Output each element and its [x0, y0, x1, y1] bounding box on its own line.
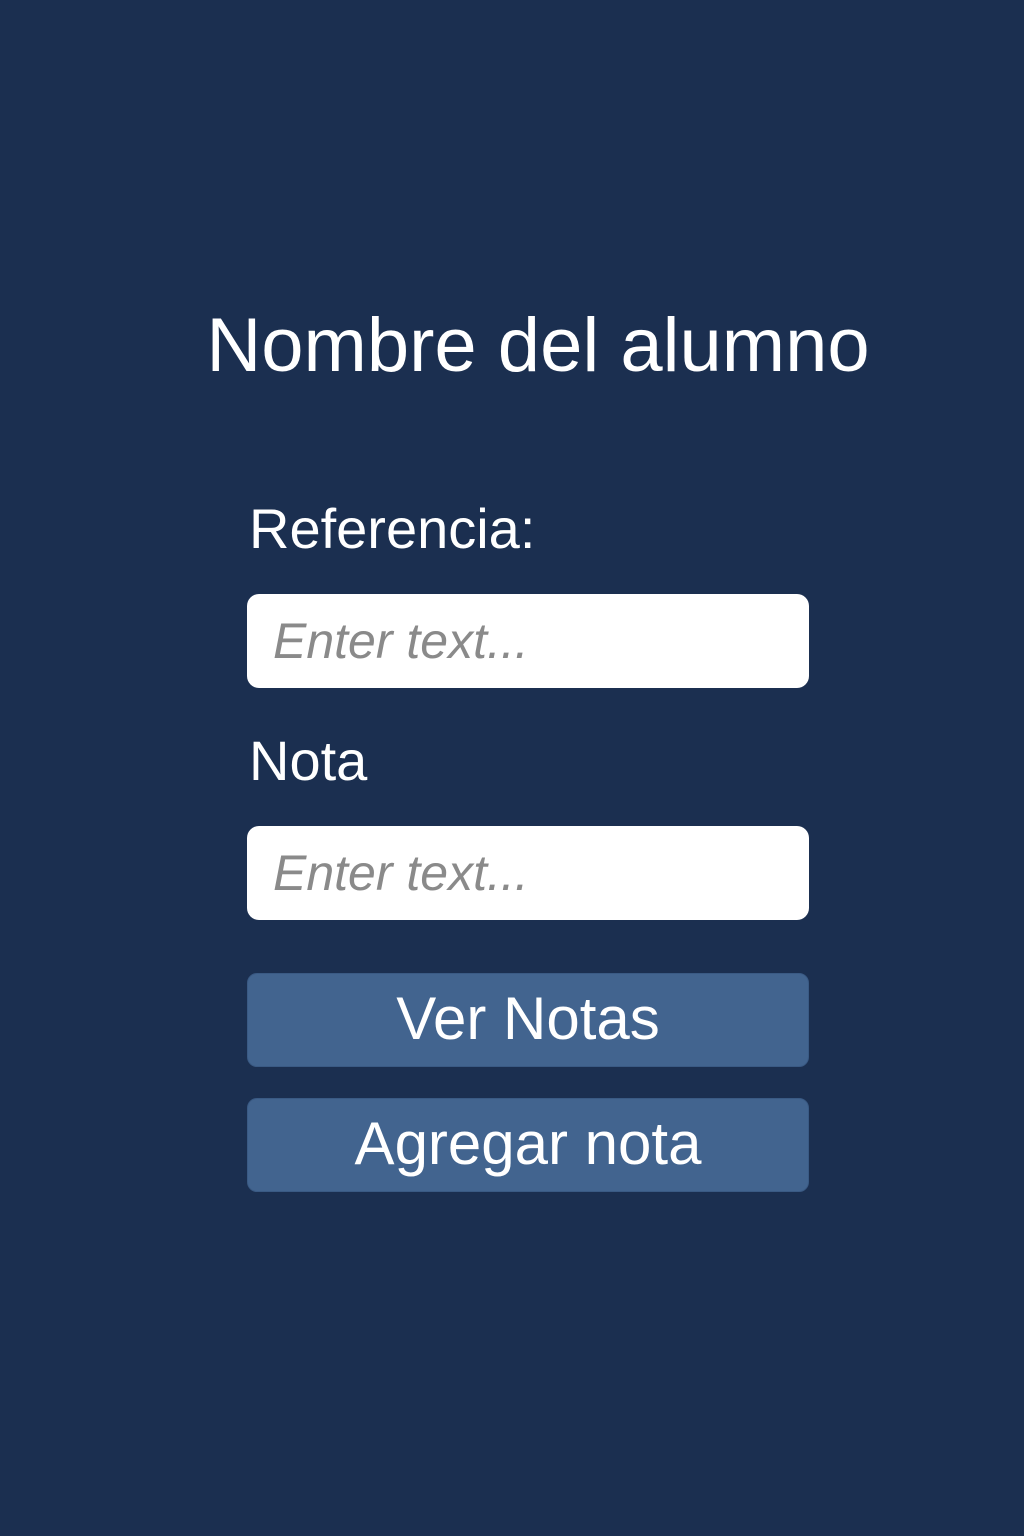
page-title: Nombre del alumno — [206, 303, 870, 388]
grade-input[interactable] — [247, 826, 809, 920]
view-grades-button[interactable]: Ver Notas — [247, 973, 809, 1067]
grade-field[interactable] — [247, 826, 809, 920]
student-screen: Nombre del alumno Referencia: Nota Ver N… — [0, 0, 1024, 1536]
add-grade-button[interactable]: Agregar nota — [247, 1098, 809, 1192]
reference-input[interactable] — [247, 594, 809, 688]
grade-label: Nota — [249, 729, 368, 792]
reference-label: Referencia: — [249, 497, 536, 560]
reference-field[interactable] — [247, 594, 809, 688]
